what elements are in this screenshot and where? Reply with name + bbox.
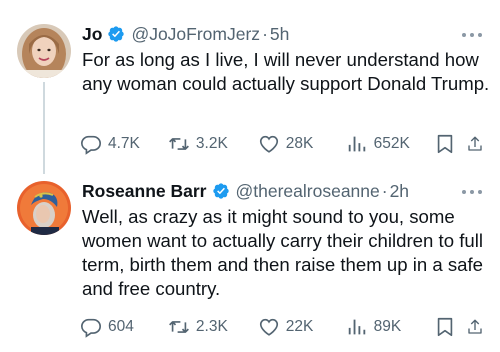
more-dots-icon[interactable]	[462, 31, 482, 39]
reply-count: 4.7K	[108, 135, 140, 152]
bookmark-button[interactable]	[434, 133, 466, 155]
handle[interactable]: @therealroseanne	[236, 181, 380, 202]
action-bar: 604 2.3K 22K 89K	[80, 315, 490, 339]
reply-icon	[81, 318, 101, 338]
views-chart-icon	[348, 319, 365, 335]
share-button[interactable]	[466, 133, 490, 155]
action-bar: 4.7K 3.2K 28K 652K	[80, 132, 490, 156]
tweet-text: Well, as crazy as it might sound to you,…	[82, 206, 484, 299]
share-button[interactable]	[466, 316, 490, 338]
view-count: 652K	[373, 135, 410, 152]
thread-line	[43, 82, 45, 174]
bookmark-button[interactable]	[434, 316, 466, 338]
view-count: 89K	[373, 318, 402, 335]
avatar-jo[interactable]	[17, 24, 71, 78]
like-count: 28K	[285, 135, 314, 152]
timestamp[interactable]: 5h	[270, 24, 289, 45]
retweet-count: 2.3K	[195, 318, 228, 335]
views-button[interactable]: 652K	[346, 133, 434, 155]
tweet-jo[interactable]: Jo @JoJoFromJerz · 5h For as long as I l…	[0, 0, 500, 174]
reply-button[interactable]: 4.7K	[80, 133, 168, 155]
verified-badge-icon	[107, 25, 125, 43]
tweet-roseanne[interactable]: Roseanne Barr @therealroseanne · 2h Well…	[0, 172, 500, 352]
heart-icon	[259, 318, 278, 336]
bookmark-icon	[437, 317, 452, 337]
tweet-text: For as long as I live, I will never unde…	[82, 49, 490, 94]
reply-count: 604	[108, 318, 134, 335]
share-icon	[468, 136, 482, 151]
views-button[interactable]: 89K	[346, 316, 434, 338]
display-name[interactable]: Roseanne Barr	[82, 181, 207, 202]
timestamp[interactable]: 2h	[390, 181, 409, 202]
bookmark-icon	[437, 134, 452, 154]
separator-dot: ·	[381, 180, 388, 201]
reply-icon	[81, 135, 101, 155]
separator-dot: ·	[262, 23, 268, 44]
like-button[interactable]: 28K	[258, 133, 346, 155]
retweet-count: 3.2K	[195, 135, 228, 152]
retweet-icon	[168, 321, 189, 333]
like-button[interactable]: 22K	[258, 316, 346, 338]
more-dots-icon[interactable]	[462, 188, 482, 196]
verified-badge-icon	[212, 182, 230, 200]
share-icon	[468, 319, 482, 334]
tweet-header: Roseanne Barr @therealroseanne · 2h	[82, 179, 409, 203]
tweet-header: Jo @JoJoFromJerz · 5h	[82, 22, 289, 46]
reply-button[interactable]: 604	[80, 316, 168, 338]
views-chart-icon	[348, 136, 365, 152]
like-count: 22K	[285, 318, 314, 335]
avatar-roseanne[interactable]	[17, 181, 71, 235]
retweet-button[interactable]: 2.3K	[168, 316, 258, 338]
retweet-icon	[168, 138, 189, 150]
handle[interactable]: @JoJoFromJerz	[131, 24, 260, 45]
display-name[interactable]: Jo	[82, 24, 102, 45]
retweet-button[interactable]: 3.2K	[168, 133, 258, 155]
heart-icon	[259, 135, 278, 153]
